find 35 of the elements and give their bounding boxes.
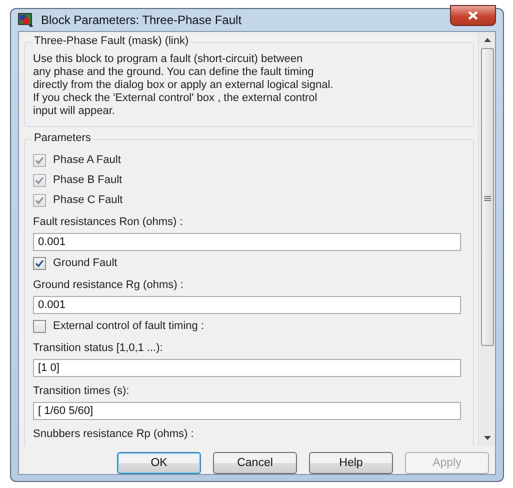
- description-text: any phase and the ground. You can define the fault timing: [33, 66, 315, 79]
- input-field[interactable]: 0.001: [33, 296, 461, 314]
- app-icon: [18, 13, 34, 27]
- checkbox-label: Ground Fault: [53, 257, 118, 269]
- field-label: Fault resistances Ron (ohms) :: [33, 215, 184, 229]
- checkbox-label: Phase B Fault: [53, 174, 122, 186]
- scroll-down-icon[interactable]: [484, 436, 490, 440]
- checkbox-label: Phase A Fault: [53, 154, 121, 166]
- field-label: Snubbers resistance Rp (ohms) :: [33, 427, 195, 441]
- field-label: Transition status [1,0,1 ...):: [33, 341, 164, 355]
- checkbox[interactable]: [33, 320, 46, 332]
- scroll-up-icon[interactable]: [484, 38, 490, 42]
- description-text: input will appear.: [33, 105, 116, 118]
- scrollbar[interactable]: [478, 32, 495, 446]
- group-title: Three-Phase Fault (mask) (link): [32, 35, 191, 47]
- group-title: Parameters: [32, 132, 93, 144]
- checkbox-label: External control of fault timing :: [53, 320, 204, 332]
- checkbox[interactable]: [33, 256, 46, 270]
- input-field[interactable]: 0.001: [33, 233, 461, 251]
- checkbox-label: Phase C Fault: [53, 194, 123, 206]
- description-text: Use this block to program a fault (short-circuit) between: [33, 53, 304, 66]
- input-field[interactable]: [ 1/60 5/60]: [33, 402, 461, 420]
- description-text: If you check the 'External control' box , the external control: [33, 92, 318, 105]
- field-label: Ground resistance Rg (ohms) :: [33, 278, 184, 292]
- dialog-button[interactable]: Cancel: [213, 452, 297, 474]
- close-button[interactable]: [450, 4, 496, 26]
- dialog-button[interactable]: Help: [309, 452, 393, 474]
- field-label: Transition times (s):: [33, 384, 130, 398]
- window-title: Block Parameters: Three-Phase Fault: [41, 13, 242, 27]
- scroll-thumb[interactable]: [480, 48, 494, 346]
- close-icon: [468, 10, 478, 20]
- input-field[interactable]: [1 0]: [33, 359, 461, 377]
- grip-icon: [484, 196, 490, 201]
- dialog-button[interactable]: OK: [117, 452, 201, 474]
- description-text: directly from the dialog box or apply an external logical signal.: [33, 79, 334, 92]
